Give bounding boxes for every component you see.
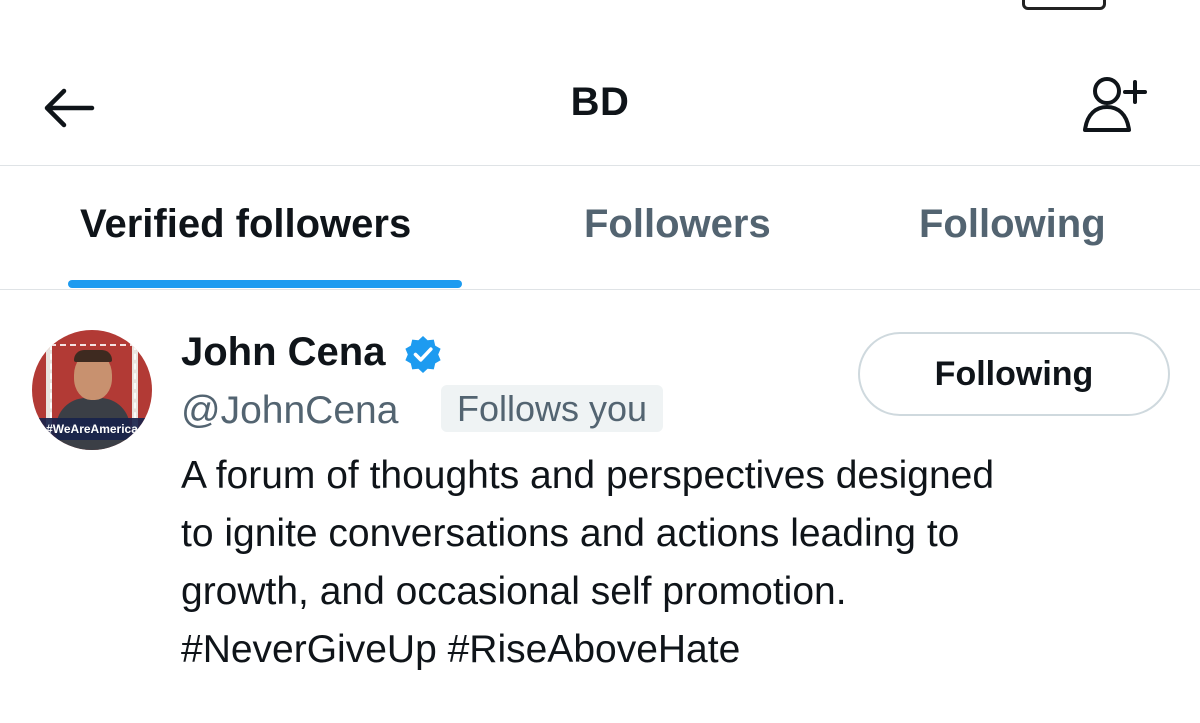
- top-bar: BD: [0, 40, 1200, 166]
- user-display-name[interactable]: John Cena: [181, 330, 385, 375]
- signal-icon: [168, 0, 238, 4]
- battery-icon: [1022, 0, 1106, 10]
- active-tab-indicator: [68, 280, 462, 288]
- add-user-icon: [1083, 77, 1147, 132]
- add-user-button[interactable]: [1074, 70, 1154, 140]
- following-button[interactable]: Following: [858, 332, 1170, 416]
- bio-line: #NeverGiveUp #RiseAboveHate: [181, 628, 741, 671]
- verified-badge-icon: [405, 336, 441, 373]
- tab-followers[interactable]: Followers: [584, 202, 771, 247]
- avatar-frame: [50, 344, 136, 428]
- bio-line: growth, and occasional self promotion.: [181, 570, 847, 613]
- avatar-banner: #WeAreAmerica: [32, 418, 152, 440]
- user-list-item[interactable]: #WeAreAmerica John Cena @JohnCena Follow…: [0, 290, 1200, 723]
- bio-line: A forum of thoughts and perspectives des…: [181, 454, 995, 497]
- tab-following[interactable]: Following: [919, 202, 1106, 247]
- tab-bar: Verified followers Followers Following: [0, 166, 1200, 290]
- user-bio: A forum of thoughts and perspectives des…: [181, 447, 1171, 679]
- status-bar: [0, 0, 1200, 10]
- user-handle: @JohnCena: [181, 389, 399, 432]
- page-title: BD: [570, 80, 630, 124]
- bio-line: to ignite conversations and actions lead…: [181, 512, 960, 555]
- follows-you-badge: Follows you: [441, 385, 664, 432]
- tab-verified-followers[interactable]: Verified followers: [80, 202, 411, 247]
- avatar[interactable]: #WeAreAmerica: [32, 330, 152, 450]
